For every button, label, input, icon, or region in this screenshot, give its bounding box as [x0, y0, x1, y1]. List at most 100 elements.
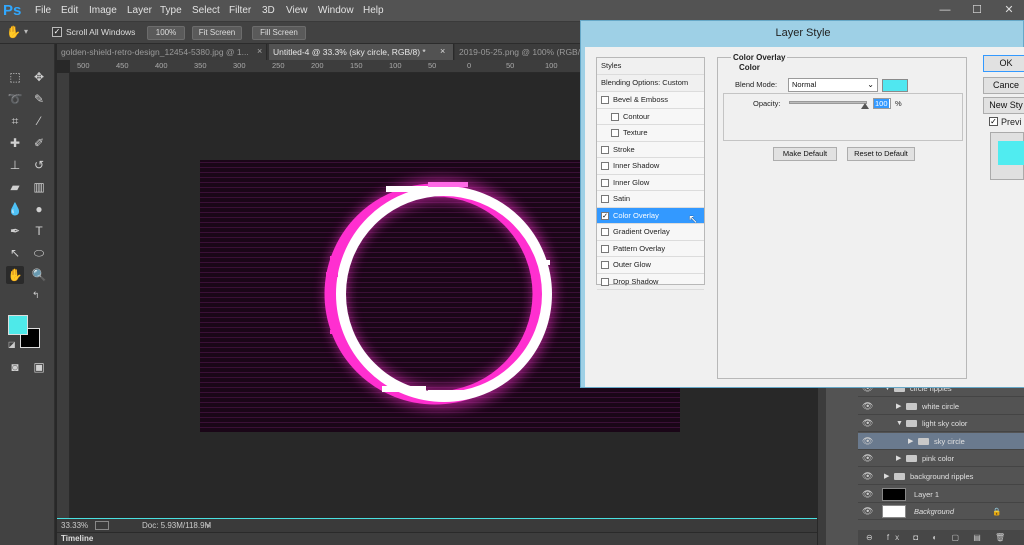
expand-triangle-icon[interactable]: ▼	[896, 415, 903, 432]
opacity-input[interactable]: 100	[873, 98, 891, 109]
eyedropper-icon[interactable]: ⁄	[30, 112, 48, 130]
menu-view[interactable]: View	[286, 0, 308, 22]
style-checkbox[interactable]	[611, 112, 619, 121]
pen-icon[interactable]: ✒	[6, 222, 24, 240]
default-colors-icon[interactable]: ◪	[8, 340, 16, 349]
style-checkbox[interactable]	[601, 195, 609, 203]
menu-image[interactable]: Image	[89, 0, 117, 22]
style-item-bevel-emboss[interactable]: Bevel & Emboss	[597, 92, 704, 109]
fill-screen-button[interactable]: Fill Screen	[252, 26, 306, 40]
status-export-icon[interactable]	[95, 521, 109, 530]
menu-layer[interactable]: Layer	[127, 0, 152, 22]
layer-row-sky-circle[interactable]: 👁 ▶ sky circle	[858, 432, 1024, 450]
gradient-icon[interactable]: ▥	[30, 178, 48, 196]
foreground-color-swatch[interactable]	[8, 315, 28, 335]
scroll-all-windows-checkbox[interactable]: ✓	[52, 27, 62, 37]
blur-icon[interactable]: 💧	[6, 200, 24, 218]
menu-select[interactable]: Select	[192, 0, 220, 22]
ellipse-shape-icon[interactable]: ⬭	[30, 244, 48, 262]
history-brush-icon[interactable]: ↺	[30, 156, 48, 174]
crop-icon[interactable]: ⌗	[6, 112, 24, 130]
tab-untitled-4[interactable]: Untitled-4 @ 33.3% (sky circle, RGB/8) *	[269, 44, 454, 60]
layer-row-white-circle[interactable]: 👁 ▶ white circle	[858, 397, 1024, 415]
menu-3d[interactable]: 3D	[262, 0, 275, 22]
opacity-slider[interactable]	[789, 101, 867, 104]
preview-checkbox[interactable]: ✓	[989, 117, 998, 126]
style-checkbox[interactable]	[601, 162, 609, 170]
layers-panel-actions[interactable]: ⊖ fx ◘ ◐ ▢ ▤ 🗑	[858, 530, 1024, 545]
collapse-triangle-icon[interactable]: ▶	[896, 398, 901, 415]
zoom-level[interactable]: 33.33%	[61, 519, 88, 532]
make-default-button[interactable]: Make Default	[773, 147, 837, 161]
blend-mode-select[interactable]: Normal ⌄	[788, 78, 878, 92]
layer-row-background[interactable]: 👁 Background 🔒	[858, 503, 1024, 521]
style-item-pattern-overlay[interactable]: Pattern Overlay	[597, 241, 704, 257]
zoom-100-button[interactable]: 100%	[147, 26, 185, 40]
collapse-triangle-icon[interactable]: ▶	[896, 450, 901, 467]
visibility-eye-icon[interactable]: 👁	[862, 398, 876, 415]
layer-row-background-ripples[interactable]: 👁 ▶ background ripples	[858, 468, 1024, 485]
menu-window[interactable]: Window	[318, 0, 354, 22]
zoom-icon[interactable]: 🔍	[30, 266, 48, 284]
menu-type[interactable]: Type	[160, 0, 182, 22]
marquee-icon[interactable]: ⬚	[6, 68, 24, 86]
style-checkbox[interactable]	[611, 129, 619, 137]
screen-mode-icon[interactable]: ▣	[30, 358, 48, 376]
style-checkbox[interactable]	[601, 228, 609, 236]
style-checkbox[interactable]	[601, 178, 609, 187]
layer-row-pink-color[interactable]: 👁 ▶ pink color	[858, 450, 1024, 468]
style-item-contour[interactable]: Contour	[597, 109, 704, 125]
clone-stamp-icon[interactable]: ⊥	[6, 156, 24, 174]
quick-select-icon[interactable]: ✎	[30, 90, 48, 108]
style-item-inner-glow[interactable]: Inner Glow	[597, 175, 704, 191]
style-item-drop-shadow[interactable]: Drop Shadow	[597, 274, 704, 290]
style-checkbox[interactable]	[601, 145, 609, 154]
healing-brush-icon[interactable]: ✚	[6, 134, 24, 152]
style-checkbox[interactable]	[601, 96, 609, 104]
style-checkbox[interactable]	[601, 244, 609, 253]
collapse-triangle-icon[interactable]: ▶	[884, 468, 889, 485]
visibility-eye-icon[interactable]: 👁	[862, 468, 876, 485]
ok-button[interactable]: OK	[983, 55, 1024, 72]
move-icon[interactable]: ✥	[30, 68, 48, 86]
path-select-icon[interactable]: ↖	[6, 244, 24, 262]
style-item-inner-shadow[interactable]: Inner Shadow	[597, 158, 704, 175]
style-item-outer-glow[interactable]: Outer Glow	[597, 257, 704, 274]
visibility-eye-icon[interactable]: 👁	[862, 415, 876, 432]
close-tab-icon[interactable]: ×	[257, 46, 262, 56]
hand-tool-icon[interactable]: ✋	[6, 266, 24, 284]
type-icon[interactable]: T	[30, 222, 48, 240]
hand-icon[interactable]: ✋	[6, 25, 22, 41]
lock-icon[interactable]: 🔒	[992, 503, 1001, 520]
visibility-eye-icon[interactable]: 👁	[862, 503, 876, 520]
cancel-button[interactable]: Cance	[983, 77, 1024, 94]
style-item-texture[interactable]: Texture	[597, 125, 704, 142]
menu-help[interactable]: Help	[363, 0, 384, 22]
new-style-button[interactable]: New Sty	[983, 97, 1024, 114]
style-item-gradient-overlay[interactable]: Gradient Overlay	[597, 224, 704, 241]
opacity-slider-handle[interactable]	[861, 103, 869, 109]
close-icon[interactable]: ✕	[998, 2, 1020, 19]
swap-colors-icon[interactable]: ↰	[32, 290, 40, 301]
style-checkbox[interactable]: ✓	[601, 211, 609, 220]
timeline-panel-tab[interactable]: Timeline	[57, 532, 817, 545]
layer-row-light-sky-color[interactable]: 👁 ▼ light sky color	[858, 415, 1024, 433]
status-menu-icon[interactable]: ▸	[207, 519, 211, 532]
dodge-icon[interactable]: ●	[30, 200, 48, 218]
reset-default-button[interactable]: Reset to Default	[847, 147, 915, 161]
style-item-satin[interactable]: Satin	[597, 191, 704, 208]
menu-edit[interactable]: Edit	[61, 0, 78, 22]
style-item-stroke[interactable]: Stroke	[597, 142, 704, 158]
lasso-icon[interactable]: ➰	[6, 90, 24, 108]
minimize-icon[interactable]: —	[934, 2, 956, 19]
brush-icon[interactable]: ✐	[30, 134, 48, 152]
layer-row-layer-1[interactable]: 👁 Layer 1	[858, 485, 1024, 503]
overlay-color-swatch[interactable]	[882, 79, 908, 92]
eraser-icon[interactable]: ▰	[6, 178, 24, 196]
style-checkbox[interactable]	[601, 261, 609, 269]
menu-file[interactable]: File	[35, 0, 51, 22]
style-checkbox[interactable]	[601, 277, 609, 286]
visibility-eye-icon[interactable]: 👁	[862, 486, 876, 503]
quick-mask-icon[interactable]: ◙	[6, 358, 24, 376]
maximize-icon[interactable]: ☐	[966, 2, 988, 19]
